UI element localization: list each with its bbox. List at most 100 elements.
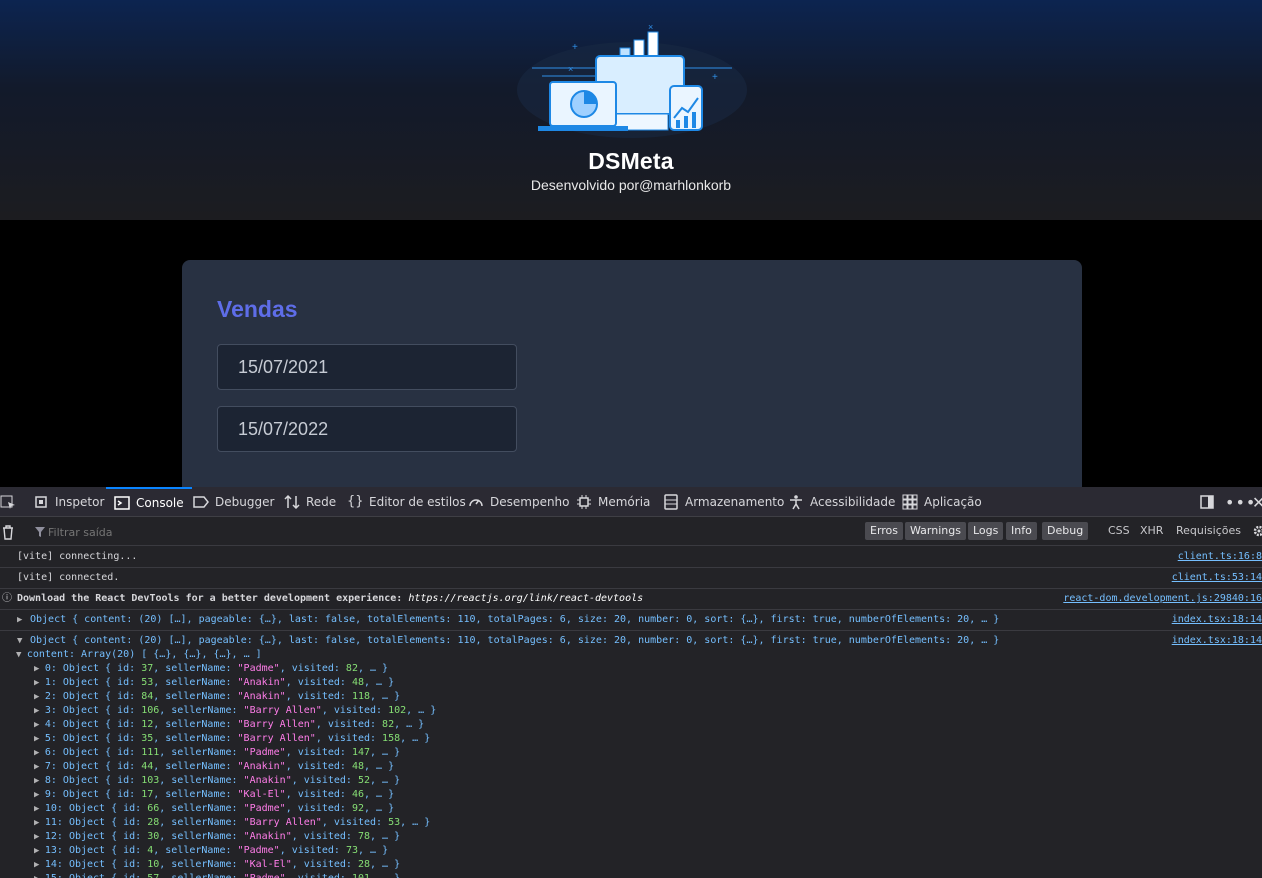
tab-debugger[interactable]: Debugger	[193, 487, 274, 517]
filter-css-button[interactable]: CSS	[1108, 522, 1130, 540]
array-item-row[interactable]: ▶ 6: Object { id: 111, sellerName: "Padm…	[34, 746, 1262, 760]
item-index: 9:	[44, 789, 63, 800]
log-row[interactable]: [vite] connected. client.ts:53:14	[0, 568, 1262, 589]
item-index: 6:	[44, 747, 63, 758]
close-devtools-button[interactable]: ✕	[1252, 487, 1262, 517]
expand-triangle-icon[interactable]: ▶	[17, 610, 22, 630]
pick-element-button[interactable]	[0, 487, 16, 517]
filter-xhr-button[interactable]: XHR	[1140, 522, 1163, 540]
log-source-link[interactable]: client.ts:53:14	[1172, 568, 1262, 588]
collapse-triangle-icon[interactable]: ▼	[17, 631, 22, 651]
gear-icon[interactable]	[1252, 524, 1262, 538]
tab-network[interactable]: Rede	[284, 487, 336, 517]
item-object-end: , … }	[363, 789, 395, 800]
item-seller-value: "Padme"	[244, 873, 286, 878]
array-item-row[interactable]: ▶ 5: Object { id: 35, sellerName: "Barry…	[34, 732, 1262, 746]
log-row-object-collapsed[interactable]: ▶ Object { content: (20) […], pageable: …	[0, 610, 1262, 631]
array-item-row[interactable]: ▶ 12: Object { id: 30, sellerName: "Anak…	[34, 830, 1262, 844]
tab-storage[interactable]: Armazenamento	[663, 487, 784, 517]
console-toolbar: Erros Warnings Logs Info Debug CSS XHR R…	[0, 518, 1262, 546]
expand-triangle-icon: ▶	[34, 846, 45, 856]
log-source-link[interactable]: client.ts:16:8	[1178, 547, 1262, 567]
item-object-end: , … }	[394, 719, 425, 730]
filter-output-input[interactable]	[32, 522, 432, 542]
array-item-row[interactable]: ▶ 10: Object { id: 66, sellerName: "Padm…	[34, 802, 1262, 816]
tab-console[interactable]: Console	[106, 487, 192, 517]
content-items-tree: ▶ 0: Object { id: 37, sellerName: "Padme…	[30, 662, 1262, 878]
tab-performance[interactable]: Desempenho	[468, 487, 570, 517]
svg-text:×: ×	[648, 22, 653, 32]
item-index: 3:	[44, 705, 63, 716]
array-item-row[interactable]: ▶ 3: Object { id: 106, sellerName: "Barr…	[34, 704, 1262, 718]
tab-memory[interactable]: Memória	[576, 487, 650, 517]
log-link[interactable]: https://reactjs.org/link/react-devtools	[408, 593, 643, 604]
log-source-link[interactable]: react-dom.development.js:29840:16	[1063, 589, 1262, 609]
dock-side-button[interactable]	[1199, 487, 1215, 517]
item-id-value: 17	[141, 789, 154, 800]
devtools-panel: Inspetor Console Debugger Rede {} Editor…	[0, 487, 1262, 878]
item-key: id:	[117, 747, 142, 758]
item-object-end: , … }	[370, 873, 400, 878]
level-warnings-button[interactable]: Warnings	[905, 522, 966, 540]
app-subtitle: Desenvolvido por@marhlonkorb	[530, 177, 732, 193]
item-seller-value: "Padme"	[237, 845, 280, 856]
dashboard-illustration-logo: + + × ×	[517, 22, 747, 138]
filter-requests-button[interactable]: Requisições	[1176, 522, 1241, 540]
tab-label: Debugger	[215, 495, 275, 509]
array-item-row[interactable]: ▶ 13: Object { id: 4, sellerName: "Padme…	[34, 844, 1262, 858]
item-id-value: 35	[141, 733, 154, 744]
item-key: id:	[117, 691, 142, 702]
item-key: id:	[117, 789, 142, 800]
sales-card: Vendas 15/07/2021 15/07/2022	[182, 260, 1082, 520]
item-id-value: 66	[147, 803, 160, 814]
item-key: , visited:	[285, 677, 352, 688]
array-item-row[interactable]: ▶ 15: Object { id: 57, sellerName: "Padm…	[34, 872, 1262, 878]
array-item-row[interactable]: ▶ 0: Object { id: 37, sellerName: "Padme…	[34, 662, 1262, 676]
svg-text:+: +	[572, 42, 578, 53]
tab-application[interactable]: Aplicação	[902, 487, 982, 517]
date-min-input[interactable]: 15/07/2021	[217, 344, 517, 390]
tab-style-editor[interactable]: {} Editor de estilos	[347, 487, 466, 517]
item-object-end: , … }	[370, 859, 401, 870]
tab-inspector[interactable]: Inspetor	[33, 487, 104, 517]
item-id-value: 103	[141, 775, 160, 786]
array-item-row[interactable]: ▶ 9: Object { id: 17, sellerName: "Kal-E…	[34, 788, 1262, 802]
content-array-node[interactable]: ▼ content: Array(20) [ {…}, {…}, {…}, … …	[16, 648, 1262, 662]
tab-accessibility[interactable]: Acessibilidade	[788, 487, 895, 517]
item-index: 8:	[44, 775, 63, 786]
item-object-end: , … }	[370, 747, 401, 758]
tab-label: Armazenamento	[685, 495, 785, 509]
level-logs-button[interactable]: Logs	[968, 522, 1004, 540]
item-id-value: 10	[147, 859, 160, 870]
array-item-row[interactable]: ▶ 4: Object { id: 12, sellerName: "Barry…	[34, 718, 1262, 732]
log-source-link[interactable]: index.tsx:18:14	[1172, 610, 1262, 630]
trash-icon[interactable]	[1, 524, 15, 540]
log-row[interactable]: [vite] connecting... client.ts:16:8	[0, 547, 1262, 568]
array-item-row[interactable]: ▶ 8: Object { id: 103, sellerName: "Anak…	[34, 774, 1262, 788]
array-item-row[interactable]: ▶ 14: Object { id: 10, sellerName: "Kal-…	[34, 858, 1262, 872]
log-row-info[interactable]: ⓘ Download the React DevTools for a bett…	[0, 589, 1262, 610]
item-index: 0:	[44, 663, 63, 674]
item-visited-value: 52	[357, 775, 370, 786]
item-key: id:	[117, 677, 142, 688]
item-object-label: Object {	[68, 859, 124, 870]
item-id-value: 57	[147, 873, 159, 878]
item-key: id:	[117, 775, 142, 786]
array-item-row[interactable]: ▶ 7: Object { id: 44, sellerName: "Anaki…	[34, 760, 1262, 774]
array-item-row[interactable]: ▶ 2: Object { id: 84, sellerName: "Anaki…	[34, 690, 1262, 704]
level-info-button[interactable]: Info	[1006, 522, 1037, 540]
array-item-row[interactable]: ▶ 11: Object { id: 28, sellerName: "Barr…	[34, 816, 1262, 830]
item-key: id:	[123, 803, 148, 814]
item-index: 11:	[44, 817, 69, 828]
log-row-object-expanded[interactable]: ▼ Object { content: (20) […], pageable: …	[0, 631, 1262, 878]
item-index: 1:	[44, 677, 63, 688]
array-item-row[interactable]: ▶ 1: Object { id: 53, sellerName: "Anaki…	[34, 676, 1262, 690]
log-source-link[interactable]: index.tsx:18:14	[1172, 631, 1262, 651]
level-debug-button[interactable]: Debug	[1042, 522, 1089, 540]
item-object-end: , … }	[357, 845, 389, 856]
item-seller-value: "Barry Allen"	[243, 705, 322, 716]
item-key: id:	[123, 845, 148, 856]
level-errors-button[interactable]: Erros	[865, 522, 904, 540]
dock-side-icon	[1200, 495, 1214, 509]
date-max-input[interactable]: 15/07/2022	[217, 406, 517, 452]
